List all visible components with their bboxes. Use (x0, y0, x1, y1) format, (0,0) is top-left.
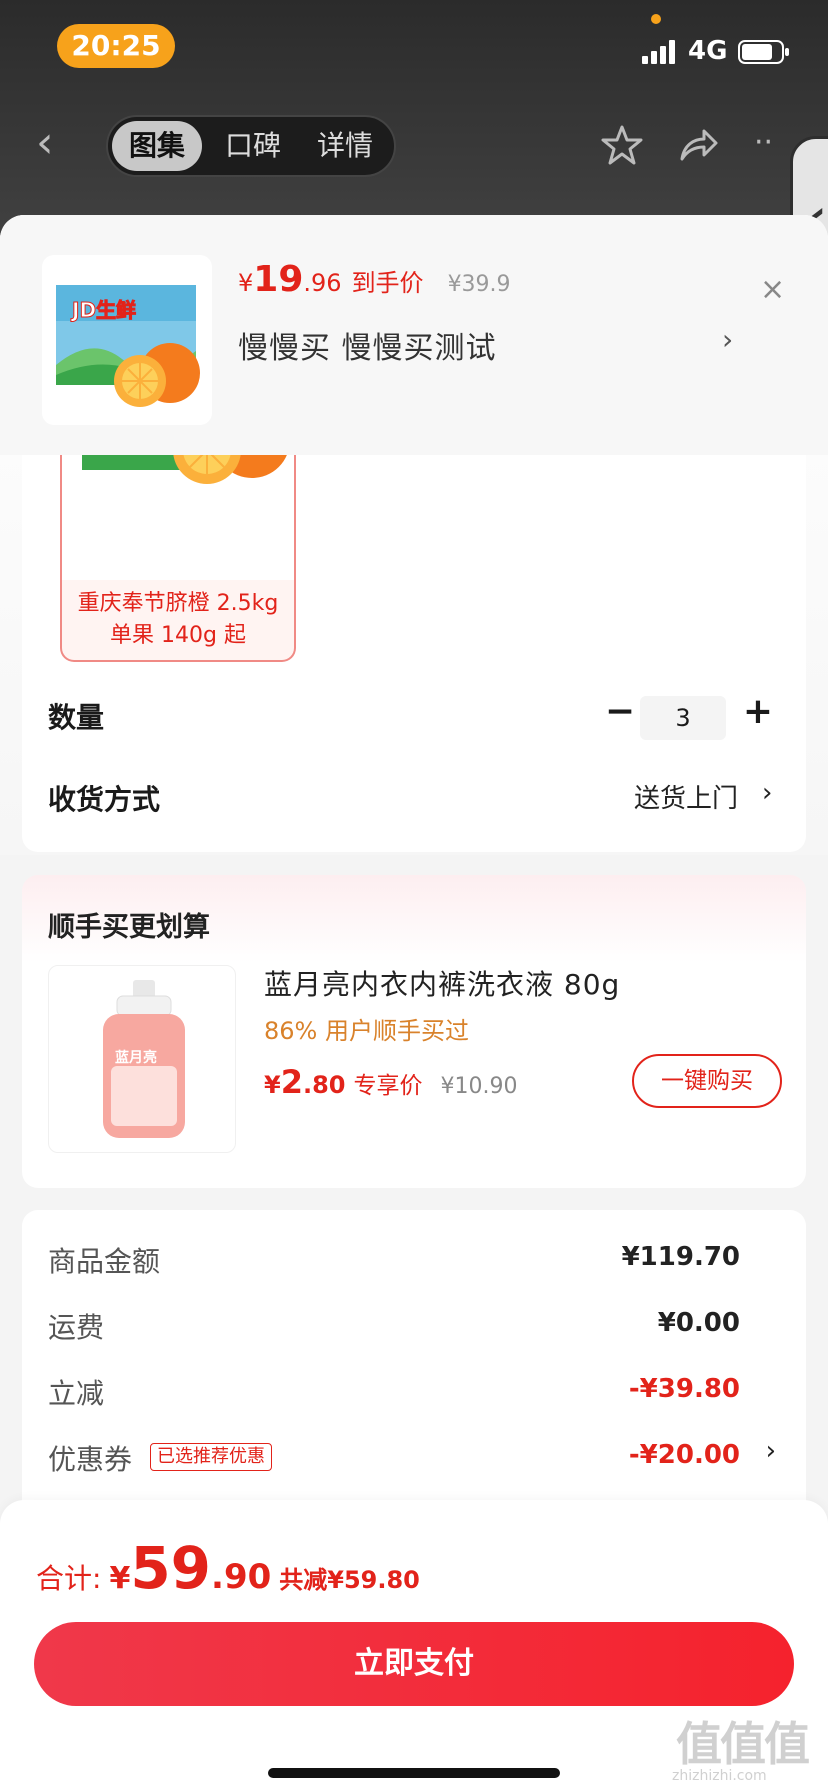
addon-price: ¥2.80 专享价 ¥10.90 (264, 1063, 517, 1101)
recording-indicator (651, 14, 661, 24)
price-decimal: .96 (303, 269, 342, 297)
product-header: JD生鲜 ¥19.96 到手价 ¥39.9 × 慢慢买 慢慢买测试 › (0, 215, 828, 455)
home-indicator (268, 1768, 560, 1778)
addon-price-tag: 专享价 (353, 1073, 423, 1099)
product-title[interactable]: 慢慢买 慢慢买测试 (238, 323, 497, 367)
price-summary-card: 商品金额 ¥119.70 运费 ¥0.00 立减 -¥39.80 优惠券 已选推… (22, 1210, 806, 1510)
one-click-buy-button[interactable]: 一键购买 (632, 1054, 782, 1108)
top-nav: ‹ 图集 口碑 详情 ·· (0, 105, 828, 185)
total-integer: 59 (130, 1534, 212, 1602)
favorite-star-icon[interactable] (600, 123, 644, 167)
more-icon[interactable]: ·· (754, 123, 794, 167)
delivery-method-label: 收货方式 (48, 783, 161, 816)
delivery-method-value[interactable]: 送货上门 (634, 778, 738, 815)
original-price: ¥39.9 (447, 272, 511, 297)
summary-label-coupon[interactable]: 优惠券 (48, 1438, 132, 1478)
product-thumbnail: JD生鲜 (42, 255, 212, 425)
addon-thumbnail[interactable]: 蓝月亮 (48, 965, 236, 1153)
watermark-url: zhizhizhi.com (672, 1768, 767, 1784)
product-price: ¥19.96 到手价 ¥39.9 (238, 259, 511, 305)
quantity-input[interactable]: 3 (640, 696, 726, 740)
signal-icon (642, 40, 680, 64)
spec-option-line1: 重庆奉节脐橙 2.5kg (77, 591, 279, 616)
addon-social-proof: 86% 用户顺手买过 (264, 1017, 469, 1045)
chevron-right-icon[interactable]: › (766, 1436, 776, 1466)
price-symbol: ¥ (238, 269, 254, 297)
chevron-right-icon[interactable]: › (722, 323, 733, 356)
back-icon[interactable]: ‹ (36, 121, 72, 167)
summary-label-shipping: 运费 (48, 1311, 105, 1344)
order-total: 合计: ¥59.90 共减¥59.80 (36, 1534, 420, 1602)
total-label: 合计: (36, 1562, 102, 1595)
total-symbol: ¥ (109, 1561, 131, 1596)
tab-gallery[interactable]: 图集 (112, 121, 202, 171)
price-tag: 到手价 (351, 269, 424, 297)
battery-icon (738, 40, 789, 64)
summary-value-subtotal: ¥119.70 (621, 1242, 740, 1272)
section-tabs: 图集 口碑 详情 (106, 115, 396, 177)
addon-price-symbol: ¥ (264, 1071, 281, 1099)
watermark-logo: 值值值 (676, 1717, 810, 1771)
summary-label-subtotal: 商品金额 (48, 1245, 161, 1278)
addon-original-price: ¥10.90 (440, 1074, 518, 1099)
summary-value-coupon[interactable]: -¥20.00 (629, 1440, 740, 1470)
spec-option-line2: 单果 140g 起 (110, 623, 246, 648)
addon-product-name[interactable]: 蓝月亮内衣内裤洗衣液 80g (264, 963, 620, 1003)
quantity-decrease-button[interactable]: − (600, 694, 640, 734)
total-saving: 共减¥59.80 (279, 1566, 420, 1594)
pay-now-button[interactable]: 立即支付 (34, 1622, 794, 1706)
addon-card: 顺手买更划算 蓝月亮 蓝月亮内衣内裤洗衣液 80g 86% 用户顺手买过 ¥2.… (22, 875, 806, 1188)
summary-value-discount: -¥39.80 (628, 1374, 740, 1404)
addon-price-integer: 2 (280, 1063, 303, 1101)
spec-option-label: 重庆奉节脐橙 2.5kg 单果 140g 起 (62, 588, 294, 652)
addon-price-decimal: .80 (302, 1071, 346, 1099)
status-time: 20:25 (57, 24, 175, 68)
network-type: 4G (688, 36, 728, 66)
tab-details[interactable]: 详情 (300, 121, 390, 171)
price-integer: 19 (253, 259, 304, 300)
tab-reviews[interactable]: 口碑 (208, 121, 298, 171)
addon-title: 顺手买更划算 (48, 912, 210, 943)
checkout-bar: 合计: ¥59.90 共减¥59.80 立即支付 值值值 zhizhizhi.com (0, 1500, 828, 1792)
summary-label-discount: 立减 (48, 1377, 105, 1410)
status-bar: 20:25 4G (0, 0, 828, 92)
svg-text:蓝月亮: 蓝月亮 (115, 1049, 157, 1066)
svg-text:JD生鲜: JD生鲜 (70, 298, 136, 322)
coupon-badge[interactable]: 已选推荐优惠 (150, 1443, 272, 1471)
quantity-increase-button[interactable]: + (738, 694, 778, 734)
close-icon[interactable]: × (760, 275, 790, 305)
share-icon[interactable] (676, 123, 720, 167)
total-decimal: .90 (211, 1557, 272, 1597)
summary-value-shipping: ¥0.00 (657, 1308, 740, 1338)
chevron-right-icon[interactable]: › (762, 778, 772, 808)
quantity-label: 数量 (48, 701, 105, 734)
